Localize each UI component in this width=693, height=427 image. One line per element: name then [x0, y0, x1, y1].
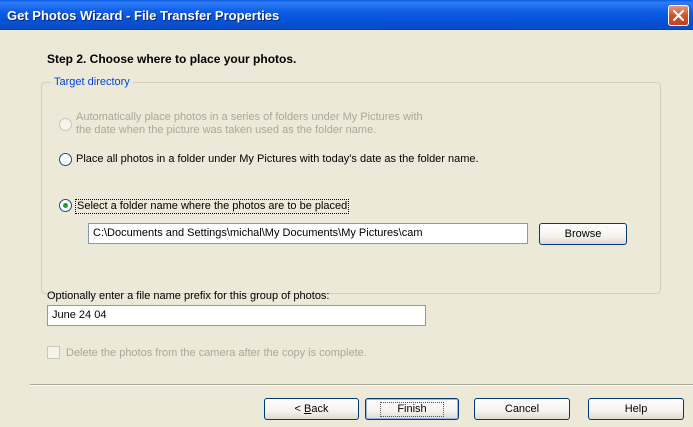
select-folder-label[interactable]: Select a folder name where the photos ar… — [75, 199, 350, 214]
window-title: Get Photos Wizard - File Transfer Proper… — [7, 8, 280, 23]
target-directory-legend: Target directory — [51, 76, 133, 88]
wizard-window: Get Photos Wizard - File Transfer Proper… — [0, 0, 693, 427]
folder-path-input[interactable]: C:\Documents and Settings\michal\My Docu… — [88, 223, 528, 244]
select-folder-option[interactable]: Select a folder name where the photos ar… — [59, 199, 350, 214]
prefix-label: Optionally enter a file name prefix for … — [47, 290, 330, 302]
today-folder-radio[interactable] — [59, 153, 72, 166]
step-heading: Step 2. Choose where to place your photo… — [47, 52, 297, 66]
close-icon — [673, 10, 684, 21]
cancel-button[interactable]: Cancel — [474, 398, 570, 420]
footer-separator — [30, 384, 693, 386]
radio-selected-dot — [63, 203, 68, 208]
auto-folders-label-line2: the date when the picture was taken used… — [76, 124, 377, 136]
delete-photos-checkbox[interactable] — [47, 346, 60, 359]
select-folder-radio[interactable] — [59, 199, 72, 212]
back-button[interactable]: < Back — [264, 398, 359, 420]
finish-label: Finish — [380, 402, 444, 417]
delete-photos-label: Delete the photos from the camera after … — [66, 347, 367, 359]
auto-folders-radio — [59, 118, 72, 131]
help-button[interactable]: Help — [588, 398, 684, 420]
close-button[interactable] — [668, 5, 689, 26]
wizard-content: Step 2. Choose where to place your photo… — [0, 31, 693, 427]
prefix-input[interactable]: June 24 04 — [47, 305, 426, 326]
auto-folders-option: Automatically place photos in a series o… — [59, 111, 423, 137]
auto-folders-label: Automatically place photos in a series o… — [76, 111, 423, 137]
title-bar[interactable]: Get Photos Wizard - File Transfer Proper… — [0, 0, 693, 30]
auto-folders-label-line1: Automatically place photos in a series o… — [76, 111, 423, 123]
back-label-rest: ack — [311, 403, 329, 415]
back-label-prefix: < — [294, 403, 304, 415]
finish-button[interactable]: Finish — [365, 398, 459, 420]
today-folder-option[interactable]: Place all photos in a folder under My Pi… — [59, 153, 479, 166]
browse-button[interactable]: Browse — [539, 223, 627, 245]
today-folder-label[interactable]: Place all photos in a folder under My Pi… — [76, 153, 479, 166]
